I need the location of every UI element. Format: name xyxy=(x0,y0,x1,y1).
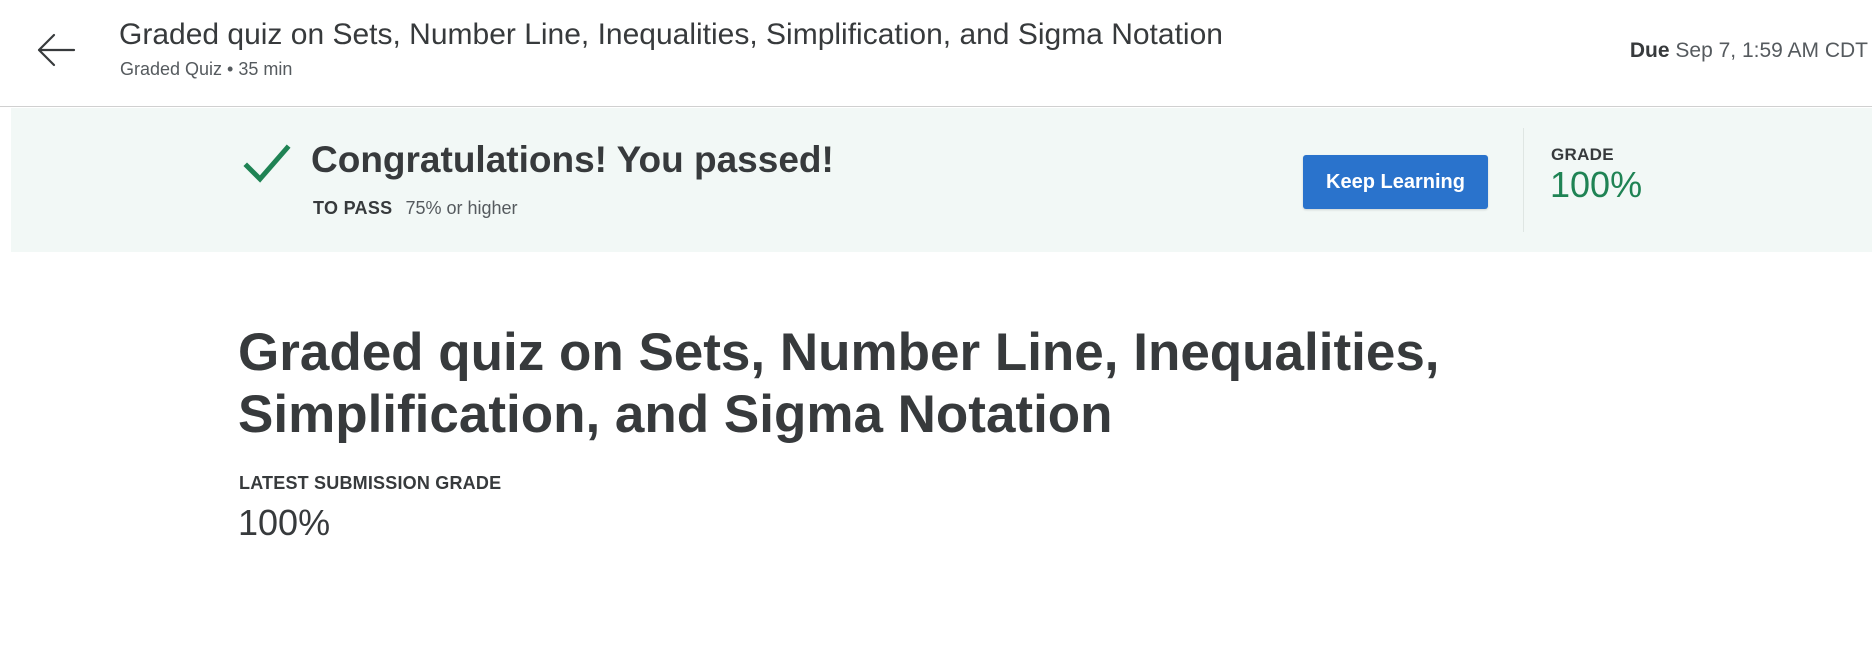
banner-divider xyxy=(1523,128,1524,232)
to-pass-label: TO PASS xyxy=(313,198,393,218)
arrow-left-icon xyxy=(36,32,76,73)
passed-banner: Congratulations! You passed! TO PASS 75%… xyxy=(11,108,1872,252)
grade-label: GRADE xyxy=(1551,145,1614,164)
to-pass-value: 75% or higher xyxy=(405,198,518,218)
due-label: Due xyxy=(1629,39,1670,62)
latest-submission-grade: 100% xyxy=(238,502,331,543)
header-title: Graded quiz on Sets, Number Line, Inequa… xyxy=(119,18,1223,51)
back-button[interactable] xyxy=(28,24,84,80)
due-date: Due Sep 7, 1:59 AM CDT xyxy=(1630,39,1868,63)
header-subtitle: Graded Quiz • 35 min xyxy=(120,59,293,79)
congratulations-message: Congratulations! You passed! xyxy=(311,139,834,180)
keep-learning-button[interactable]: Keep Learning xyxy=(1303,155,1488,209)
grade-value: 100% xyxy=(1550,164,1643,205)
due-value: Sep 7, 1:59 AM CDT xyxy=(1675,39,1868,62)
page-title: Graded quiz on Sets, Number Line, Inequa… xyxy=(238,323,1440,444)
top-bar: Graded quiz on Sets, Number Line, Inequa… xyxy=(0,0,1872,107)
to-pass-info: TO PASS 75% or higher xyxy=(313,198,518,219)
latest-submission-label: LATEST SUBMISSION GRADE xyxy=(239,473,502,493)
checkmark-icon xyxy=(243,142,291,186)
